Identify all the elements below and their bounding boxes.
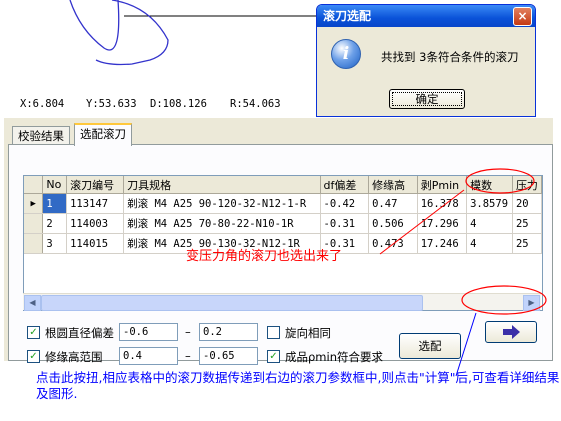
root-dia-dev-max-input[interactable]: 0.2 — [199, 323, 258, 341]
scroll-left-icon[interactable]: ◀ — [24, 295, 41, 311]
coordinate-readout: X:6.804 Y:53.633 D:108.126 R:54.063 — [20, 98, 320, 112]
col-header-df-dev[interactable]: df偏差 — [320, 176, 370, 194]
cell-spec[interactable]: 剃滚 M4 A25 90-120-32-N12-1-R — [123, 193, 321, 214]
main-panel: 校验结果 选配滚刀 No 滚刀编号 刀具规格 df偏差 修缘高 剥Pmin 模数… — [4, 118, 553, 365]
info-icon: i — [331, 39, 361, 69]
table-row[interactable]: 2 114003 剃滚 M4 A25 70-80-22-N10-1R -0.31… — [24, 213, 542, 234]
current-row-arrow-icon: ▶ — [24, 193, 44, 214]
tab-verify-result[interactable]: 校验结果 — [12, 126, 70, 145]
scrollbar-thumb[interactable] — [41, 295, 423, 311]
cell-pmin[interactable]: 17.296 — [417, 213, 468, 234]
root-dia-dev-min-input[interactable]: -0.6 — [119, 323, 178, 341]
cell-module[interactable]: 4 — [466, 233, 513, 254]
cell-pressure[interactable]: 25 — [512, 233, 542, 254]
col-header-no[interactable]: No — [42, 176, 68, 194]
col-header-pmin[interactable]: 剥Pmin — [417, 176, 468, 194]
dialog-title: 滚刀选配 — [317, 5, 535, 27]
root-dia-dev-checkbox[interactable]: ✓ — [27, 326, 40, 339]
cell-df-dev[interactable]: -0.31 — [320, 213, 370, 234]
tip-relief-min-input[interactable]: 0.4 — [119, 347, 178, 365]
cell-pmin[interactable]: 17.246 — [417, 233, 468, 254]
col-header-tip-relief[interactable]: 修缘高 — [368, 176, 418, 194]
blue-annotation: 点击此按扭,相应表格中的滚刀数据传递到右边的滚刀参数框中,则点击"计算"后,可查… — [36, 370, 560, 401]
cell-spec[interactable]: 剃滚 M4 A25 70-80-22-N10-1R — [123, 213, 321, 234]
cell-tip-relief[interactable]: 0.473 — [368, 233, 418, 254]
close-icon[interactable]: × — [513, 7, 532, 26]
cell-pmin[interactable]: 16.378 — [417, 193, 468, 214]
tip-relief-max-input[interactable]: -0.65 — [199, 347, 258, 365]
cell-code[interactable]: 114015 — [66, 233, 125, 254]
dialog-message: 共找到 3条符合条件的滚刀 — [381, 50, 519, 64]
col-header-pressure[interactable]: 压力 — [512, 176, 542, 194]
horizontal-scrollbar[interactable]: ◀ ▶ — [23, 293, 541, 311]
select-hob-button[interactable]: 选配 — [399, 333, 461, 359]
col-header-spec[interactable]: 刀具规格 — [123, 176, 321, 194]
ok-button[interactable]: 确定 — [389, 89, 465, 109]
row-indicator — [24, 213, 44, 234]
cell-module[interactable]: 3.8579 — [466, 193, 513, 214]
table-row[interactable]: ▶ 1 113147 剃滚 M4 A25 90-120-32-N12-1-R -… — [24, 193, 542, 214]
red-annotation: 变压力角的滚刀也选出来了 — [186, 249, 343, 264]
tab-select-hob[interactable]: 选配滚刀 — [74, 123, 132, 146]
coord-d: D:108.126 — [150, 98, 207, 110]
hob-selection-dialog: 滚刀选配 × i 共找到 3条符合条件的滚刀 确定 — [316, 4, 536, 117]
range-separator: – — [185, 325, 191, 339]
row-indicator — [24, 233, 44, 254]
tip-relief-range-label: 修缘高范围 — [45, 350, 103, 364]
scroll-right-icon[interactable]: ▶ — [523, 295, 540, 311]
cell-no[interactable]: 1 — [42, 193, 68, 214]
transfer-button[interactable] — [485, 321, 537, 343]
cell-no[interactable]: 3 — [42, 233, 68, 254]
cell-tip-relief[interactable]: 0.506 — [368, 213, 418, 234]
cell-code[interactable]: 113147 — [66, 193, 125, 214]
cell-code[interactable]: 114003 — [66, 213, 125, 234]
cell-df-dev[interactable]: -0.42 — [320, 193, 370, 214]
arrow-right-icon — [503, 325, 520, 339]
root-dia-dev-label: 根圆直径偏差 — [45, 326, 114, 340]
row-indicator-header — [24, 176, 44, 194]
cell-module[interactable]: 4 — [466, 213, 513, 234]
rho-min-checkbox[interactable]: ✓ — [267, 350, 280, 363]
cell-no[interactable]: 2 — [42, 213, 68, 234]
cell-tip-relief[interactable]: 0.47 — [368, 193, 418, 214]
profile-curve-main — [95, 0, 169, 66]
col-header-code[interactable]: 滚刀编号 — [66, 176, 125, 194]
tip-relief-range-checkbox[interactable]: ✓ — [27, 350, 40, 363]
hob-table[interactable]: No 滚刀编号 刀具规格 df偏差 修缘高 剥Pmin 模数 压力 ▶ 1 11 — [23, 175, 543, 311]
same-hand-label: 旋向相同 — [285, 326, 331, 340]
range-separator: – — [185, 349, 191, 363]
table-header-row: No 滚刀编号 刀具规格 df偏差 修缘高 剥Pmin 模数 压力 — [24, 176, 542, 194]
coord-x: X:6.804 — [20, 98, 65, 110]
profile-curve-left — [69, 0, 120, 51]
col-header-module[interactable]: 模数 — [466, 176, 513, 194]
coord-y: Y:53.633 — [86, 98, 137, 110]
cell-pressure[interactable]: 25 — [512, 213, 542, 234]
rho-min-label: 成品ρmin符合要求 — [285, 350, 383, 364]
same-hand-checkbox[interactable] — [267, 326, 280, 339]
coord-r: R:54.063 — [230, 98, 281, 110]
cell-pressure[interactable]: 20 — [512, 193, 542, 214]
